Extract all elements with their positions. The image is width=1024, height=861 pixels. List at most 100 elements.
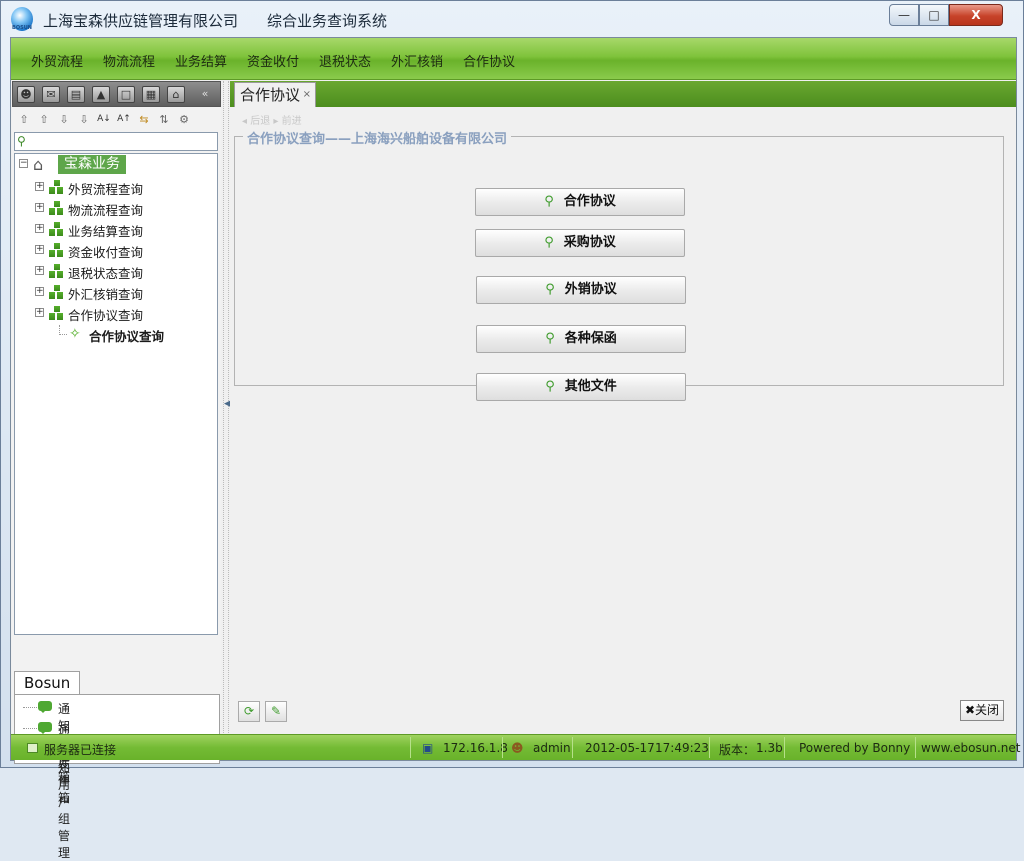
tree-node-label[interactable]: 物流流程查询 — [68, 200, 143, 219]
bosun-tab[interactable]: Bosun — [14, 671, 80, 694]
current-user: admin — [533, 741, 571, 755]
maximize-button[interactable]: □ — [919, 4, 949, 26]
close-page-button[interactable]: ✖关闭 — [960, 700, 1004, 721]
tree-node[interactable]: + 外贸流程查询 — [35, 178, 215, 198]
sort-asc-icon[interactable]: A↓ — [96, 112, 112, 127]
chart-icon[interactable]: ▲ — [92, 86, 110, 103]
expand-icon[interactable]: + — [35, 203, 44, 212]
refresh-button[interactable]: ⟳ — [238, 701, 260, 722]
version-value: 1.3b — [756, 741, 783, 755]
tree-leaf-label[interactable]: 合作协议查询 — [89, 326, 164, 345]
tree-node[interactable]: + 合作协议查询 — [35, 304, 215, 324]
tree-node[interactable]: + 外汇核销查询 — [35, 283, 215, 303]
copy-icon[interactable]: ▦ — [142, 86, 160, 103]
mail-icon[interactable]: ✉ — [42, 86, 60, 103]
main-content: 合作协议 × ◂ 后退 ▸ 前进 合作协议查询——上海海兴船舶设备有限公司 ⚲ 合… — [230, 81, 1016, 733]
current-date: 2012-05-17 — [585, 741, 655, 755]
tab-agreements[interactable]: 合作协议 × — [234, 82, 316, 107]
current-time: 17:49:23 — [655, 741, 709, 755]
expand-icon[interactable]: + — [35, 182, 44, 191]
home-icon: ⌂ — [33, 155, 44, 174]
minimize-button[interactable]: — — [889, 4, 919, 26]
tree-node-label[interactable]: 合作协议查询 — [68, 305, 143, 324]
edit-button[interactable]: ✎ — [265, 701, 287, 722]
menu-item-payments[interactable]: 资金收付 — [247, 51, 299, 70]
business-tree: − ⌂ 宝森业务 + 外贸流程查询 + 物流流程查询 + 业务结算查询 + 资金… — [14, 153, 218, 635]
menu-item-settlement[interactable]: 业务结算 — [175, 51, 227, 70]
expand-icon[interactable]: + — [35, 245, 44, 254]
button-label: 其他文件 — [564, 379, 617, 394]
tab-label: 合作协议 — [240, 86, 301, 104]
tree-search-input[interactable] — [31, 133, 215, 150]
website-link[interactable]: www.ebosun.net — [921, 741, 1020, 755]
tree-node-label[interactable]: 外汇核销查询 — [68, 284, 143, 303]
status-bar: 服务器已连接 ▣ 172.16.1.8 ☻ admin 2012-05-17 1… — [11, 734, 1020, 760]
menu-item-foreign-trade[interactable]: 外贸流程 — [31, 51, 83, 70]
button-label: 各种保函 — [564, 331, 617, 346]
query-agreement-button[interactable]: ⚲ 合作协议 — [475, 188, 685, 216]
expand-icon[interactable]: + — [35, 224, 44, 233]
tree-root[interactable]: − ⌂ 宝森业务 — [19, 155, 209, 175]
search-icon: ⚲ — [544, 194, 554, 209]
faded-navigation: ◂ 后退 ▸ 前进 — [242, 116, 302, 127]
query-export-button[interactable]: ⚲ 外销协议 — [476, 276, 686, 304]
expand-icon[interactable]: + — [35, 287, 44, 296]
tree-root-label[interactable]: 宝森业务 — [58, 155, 126, 174]
menu-item-logistics[interactable]: 物流流程 — [103, 51, 155, 70]
message-icon — [38, 722, 52, 734]
close-icon: ✖ — [964, 703, 976, 717]
status-divider — [502, 737, 503, 758]
settings-icon[interactable]: ⚙ — [176, 112, 192, 127]
status-divider — [784, 737, 785, 758]
search-icon: ⚲ — [17, 134, 26, 148]
tree-connector — [23, 728, 37, 729]
app-window: BOSUN 上海宝森供应链管理有限公司 综合业务查询系统 — □ X 外贸流程 … — [0, 0, 1024, 860]
menu-bar: 外贸流程 物流流程 业务结算 资金收付 退税状态 外汇核销 合作协议 — [11, 38, 1016, 80]
document-icon[interactable]: ▤ — [67, 86, 85, 103]
expand-icon[interactable]: + — [35, 308, 44, 317]
home-icon[interactable]: ⌂ — [167, 86, 185, 103]
query-purchase-button[interactable]: ⚲ 采购协议 — [475, 229, 685, 257]
menu-item-agreements[interactable]: 合作协议 — [463, 51, 515, 70]
panel-splitter[interactable]: ◀ — [223, 81, 231, 733]
expand-icon[interactable]: + — [35, 266, 44, 275]
module-icon — [49, 243, 64, 257]
tree-node[interactable]: + 物流流程查询 — [35, 199, 215, 219]
collapse-icon[interactable]: « — [196, 86, 214, 103]
tree-leaf-selected[interactable]: ✧ 合作协议查询 — [59, 325, 209, 345]
move-top-icon[interactable]: ⇧ — [16, 112, 32, 127]
sort-desc-icon[interactable]: A↑ — [116, 112, 132, 127]
swap-icon[interactable]: ⇆ — [136, 112, 152, 127]
move-up-icon[interactable]: ⇧ — [36, 112, 52, 127]
module-icon — [49, 180, 64, 194]
module-icon — [49, 285, 64, 299]
move-down-icon[interactable]: ⇩ — [56, 112, 72, 127]
module-icon — [49, 201, 64, 215]
main-frame: 外贸流程 物流流程 业务结算 资金收付 退税状态 外汇核销 合作协议 ☻ ✉ ▤… — [10, 37, 1020, 860]
search-icon: ⚲ — [545, 331, 555, 346]
tree-node[interactable]: + 退税状态查询 — [35, 262, 215, 282]
query-guarantee-button[interactable]: ⚲ 各种保函 — [476, 325, 686, 353]
collapse-icon[interactable]: − — [19, 159, 28, 168]
tree-node-label[interactable]: 业务结算查询 — [68, 221, 143, 240]
tree-node[interactable]: + 业务结算查询 — [35, 220, 215, 240]
move-bottom-icon[interactable]: ⇩ — [76, 112, 92, 127]
menu-item-tax-refund[interactable]: 退税状态 — [319, 51, 371, 70]
status-divider — [709, 737, 710, 758]
title-bar[interactable]: BOSUN 上海宝森供应链管理有限公司 综合业务查询系统 — □ X — [1, 1, 1023, 37]
tree-toolbar: ⇧ ⇧ ⇩ ⇩ A↓ A↑ ⇆ ⇅ ⚙ — [12, 108, 221, 130]
tree-node-label[interactable]: 资金收付查询 — [68, 242, 143, 261]
tree-node[interactable]: + 资金收付查询 — [35, 241, 215, 261]
tab-close-icon[interactable]: × — [303, 83, 311, 107]
close-window-button[interactable]: X — [949, 4, 1003, 26]
tab-strip: 合作协议 × — [230, 81, 1016, 107]
query-other-files-button[interactable]: ⚲ 其他文件 — [476, 373, 686, 401]
window-icon[interactable]: □ — [117, 86, 135, 103]
module-icon — [49, 222, 64, 236]
tree-node-label[interactable]: 退税状态查询 — [68, 263, 143, 282]
tree-node-label[interactable]: 外贸流程查询 — [68, 179, 143, 198]
status-divider — [915, 737, 916, 758]
refresh-tree-icon[interactable]: ⇅ — [156, 112, 172, 127]
menu-item-forex[interactable]: 外汇核销 — [391, 51, 443, 70]
users-icon[interactable]: ☻ — [17, 86, 35, 103]
